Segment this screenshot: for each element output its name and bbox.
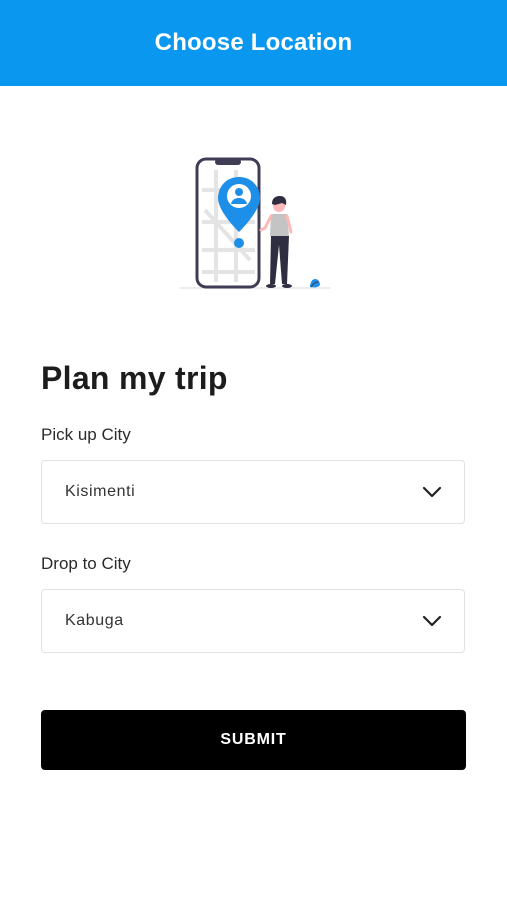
submit-button[interactable]: SUBMIT — [41, 710, 466, 770]
dropoff-city-value: Kabuga — [65, 612, 124, 629]
pickup-city-select[interactable]: Kisimenti — [41, 460, 465, 524]
location-illustration — [170, 150, 340, 295]
screen: Choose Location Plan my trip Pick up Cit… — [0, 0, 507, 900]
dropoff-city-select[interactable]: Kabuga — [41, 589, 465, 653]
chevron-down-icon — [422, 486, 442, 498]
chevron-down-icon — [422, 615, 442, 627]
pickup-city-value: Kisimenti — [65, 483, 136, 500]
phone-map-pin-icon — [180, 157, 330, 289]
app-header: Choose Location — [0, 0, 507, 86]
dropoff-city-label: Drop to City — [41, 554, 131, 573]
trip-heading: Plan my trip — [41, 360, 228, 396]
page-title: Choose Location — [154, 29, 353, 56]
pickup-city-label: Pick up City — [41, 425, 131, 444]
